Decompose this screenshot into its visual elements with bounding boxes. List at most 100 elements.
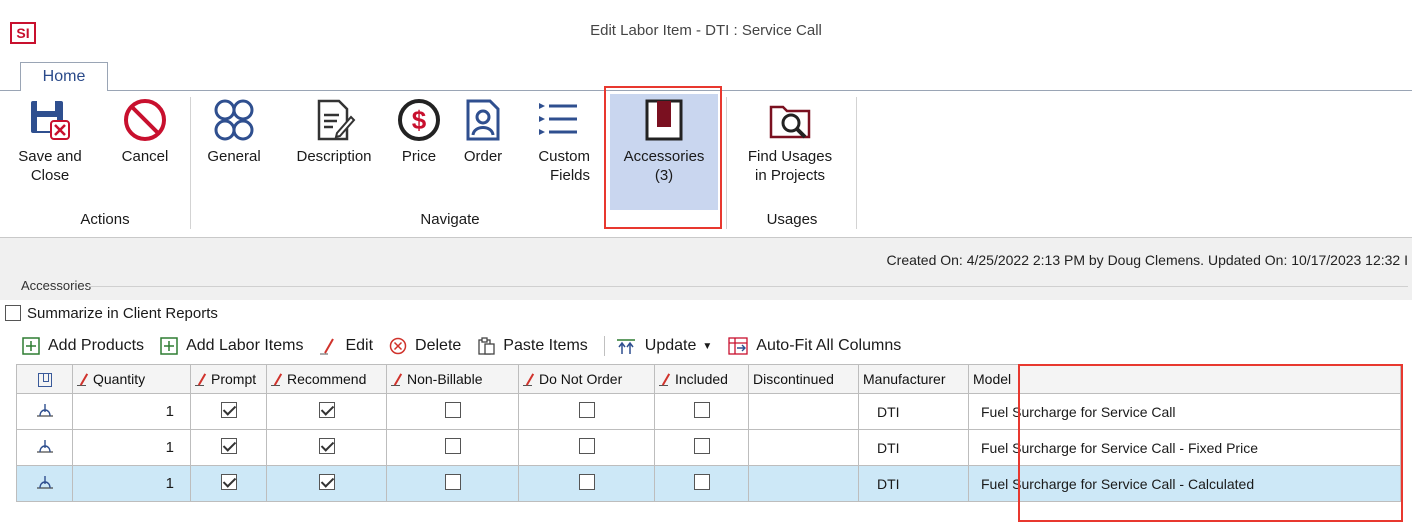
save-icon (31, 101, 70, 140)
quantity-cell[interactable]: 1 (72, 465, 191, 502)
prompt-cell[interactable] (190, 429, 267, 466)
included-cell[interactable] (654, 465, 749, 502)
recommend-checkbox[interactable] (318, 474, 335, 490)
description-icon (317, 99, 356, 141)
summarize-label: Summarize in Client Reports (27, 304, 218, 322)
update-dropdown[interactable]: Update ▼ (615, 337, 712, 355)
manufacturer-cell[interactable]: DTI (858, 465, 969, 502)
description-button[interactable]: Description (282, 97, 386, 166)
prompt-cell[interactable] (190, 393, 267, 430)
tab-home[interactable]: Home (20, 62, 108, 92)
do-not-order-checkbox[interactable] (578, 402, 595, 418)
ribbon: Save and Close Cancel General Descriptio… (0, 86, 1412, 238)
recommend-checkbox[interactable] (318, 402, 335, 418)
custom-fields-button[interactable]: Custom Fields (526, 97, 590, 185)
non-billable-checkbox[interactable] (444, 474, 461, 490)
info-bar: Created On: 4/25/2022 2:13 PM by Doug Cl… (0, 238, 1412, 300)
non-billable-checkbox[interactable] (444, 402, 461, 418)
do-not-order-cell[interactable] (518, 465, 655, 502)
summarize-checkbox[interactable] (5, 305, 21, 321)
order-button[interactable]: Order (456, 97, 510, 166)
manufacturer-cell[interactable]: DTI (858, 393, 969, 430)
column-header-icon[interactable] (16, 364, 73, 394)
column-header-recommend[interactable]: Recommend (266, 364, 387, 394)
non-billable-cell[interactable] (386, 429, 519, 466)
custom-fields-label: Custom Fields (538, 148, 590, 184)
do-not-order-cell[interactable] (518, 393, 655, 430)
section-divider (88, 286, 1408, 287)
save-and-close-button[interactable]: Save and Close (18, 97, 82, 185)
included-cell[interactable] (654, 429, 749, 466)
group-label-navigate: Navigate (420, 211, 480, 228)
prompt-checkbox[interactable] (220, 438, 237, 454)
price-button[interactable]: $ Price (396, 97, 442, 166)
discontinued-cell[interactable] (748, 465, 859, 502)
cancel-button[interactable]: Cancel (114, 97, 176, 166)
cancel-icon (124, 99, 166, 141)
editable-pencil-icon (523, 373, 537, 387)
recommend-checkbox[interactable] (318, 438, 335, 454)
column-header-do-not-order[interactable]: Do Not Order (518, 364, 655, 394)
window-title: Edit Labor Item - DTI : Service Call (590, 22, 822, 39)
row-type-cell[interactable] (16, 465, 73, 502)
title-bar: SI Edit Labor Item - DTI : Service Call (0, 0, 1412, 62)
delete-button[interactable]: Delete (389, 337, 461, 355)
editable-pencil-icon (195, 373, 209, 387)
column-header-non-billable[interactable]: Non-Billable (386, 364, 519, 394)
column-header-prompt[interactable]: Prompt (190, 364, 267, 394)
quantity-cell[interactable]: 1 (72, 393, 191, 430)
column-header-discontinued[interactable]: Discontinued (748, 364, 859, 394)
find-usages-button[interactable]: Find Usages in Projects (736, 97, 844, 185)
quantity-cell[interactable]: 1 (72, 429, 191, 466)
auto-fit-columns-button[interactable]: Auto-Fit All Columns (728, 337, 901, 355)
paste-items-button[interactable]: Paste Items (477, 337, 588, 355)
labor-item-icon (36, 440, 53, 453)
add-labor-items-button[interactable]: Add Labor Items (160, 337, 303, 355)
included-checkbox[interactable] (693, 438, 710, 454)
prompt-checkbox[interactable] (220, 402, 237, 418)
do-not-order-cell[interactable] (518, 429, 655, 466)
included-cell[interactable] (654, 393, 749, 430)
add-labor-items-label: Add Labor Items (186, 337, 304, 354)
editable-pencil-icon (391, 373, 405, 387)
do-not-order-checkbox[interactable] (578, 438, 595, 454)
description-label: Description (296, 148, 372, 165)
prompt-checkbox[interactable] (220, 474, 237, 490)
non-billable-cell[interactable] (386, 465, 519, 502)
column-header-manufacturer[interactable]: Manufacturer (858, 364, 969, 394)
dollar-icon: $ (398, 99, 440, 141)
save-and-close-label: Save and Close (18, 148, 82, 184)
manufacturer-cell[interactable]: DTI (858, 429, 969, 466)
editable-pencil-icon (659, 373, 673, 387)
non-billable-cell[interactable] (386, 393, 519, 430)
order-label: Order (463, 148, 503, 165)
included-checkbox[interactable] (693, 474, 710, 490)
editable-pencil-icon (271, 373, 285, 387)
accessories-highlight-box (604, 86, 722, 229)
general-button[interactable]: General (200, 97, 268, 166)
group-label-actions: Actions (80, 211, 130, 228)
accessories-section-label: Accessories (21, 278, 92, 293)
row-type-cell[interactable] (16, 393, 73, 430)
labor-item-icon (36, 476, 53, 489)
discontinued-cell[interactable] (748, 429, 859, 466)
price-label: Price (401, 148, 437, 165)
column-chooser-icon (37, 373, 52, 388)
recommend-cell[interactable] (266, 429, 387, 466)
labor-item-icon (36, 404, 53, 417)
edit-button[interactable]: Edit (319, 337, 373, 355)
recommend-cell[interactable] (266, 465, 387, 502)
discontinued-cell[interactable] (748, 393, 859, 430)
recommend-cell[interactable] (266, 393, 387, 430)
add-products-button[interactable]: Add Products (22, 337, 144, 355)
column-header-quantity[interactable]: Quantity (72, 364, 191, 394)
do-not-order-checkbox[interactable] (578, 474, 595, 490)
paste-icon (478, 337, 495, 355)
list-icon (539, 103, 577, 135)
non-billable-checkbox[interactable] (444, 438, 461, 454)
prompt-cell[interactable] (190, 465, 267, 502)
included-checkbox[interactable] (693, 402, 710, 418)
row-type-cell[interactable] (16, 429, 73, 466)
column-header-included[interactable]: Included (654, 364, 749, 394)
order-icon (466, 99, 500, 141)
